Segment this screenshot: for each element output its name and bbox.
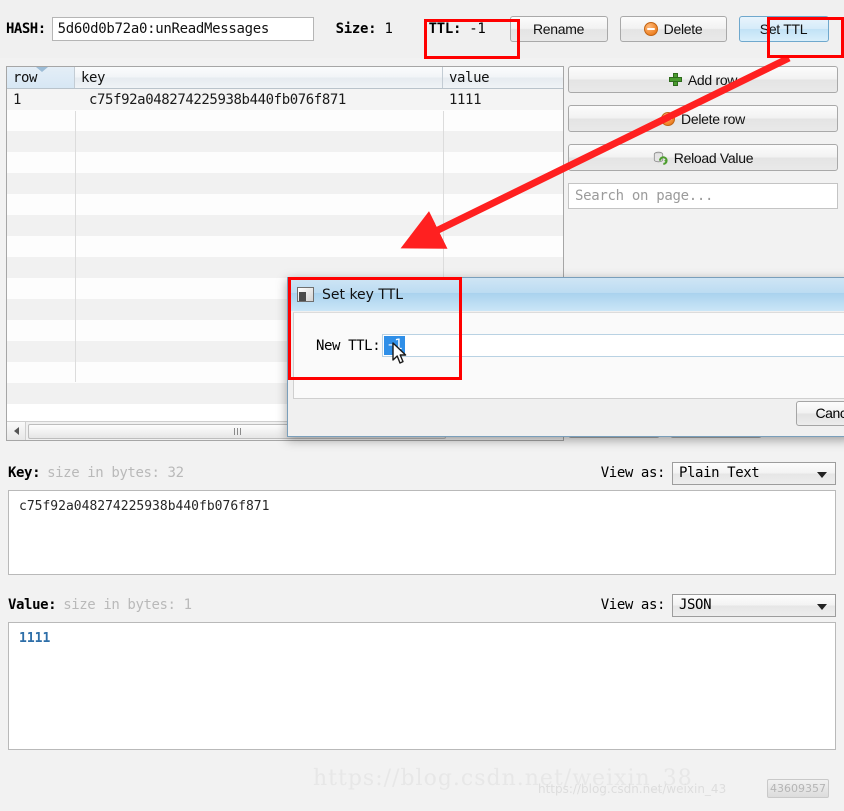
watermark-secondary: https://blog.csdn.net/weixin_43	[538, 782, 727, 796]
value-content-text: 1111	[19, 631, 51, 646]
column-header-row-label: row	[13, 69, 38, 86]
value-label: Value:	[8, 597, 57, 613]
dialog-title: Set key TTL	[322, 286, 404, 303]
table-row-empty	[7, 194, 563, 215]
table-row-empty	[7, 257, 563, 278]
delete-button[interactable]: Delete	[619, 16, 727, 42]
cell-row: 1	[13, 91, 22, 108]
search-on-page-input[interactable]: Search on page...	[568, 183, 838, 209]
rename-button[interactable]: Rename	[509, 16, 608, 42]
cancel-button[interactable]: Canc	[796, 400, 844, 426]
minus-circle-icon	[661, 111, 676, 126]
sort-descending-icon	[36, 67, 48, 72]
key-view-as-dropdown[interactable]: Plain Text	[672, 461, 836, 485]
ttl-value: -1	[469, 21, 486, 37]
reload-value-button-label: Reload Value	[673, 149, 754, 166]
table-row-empty	[7, 152, 563, 173]
table-row-empty	[7, 215, 563, 236]
key-view-as-group: View as: Plain Text	[600, 461, 836, 485]
delete-button-label: Delete	[663, 21, 703, 37]
rename-button-label: Rename	[532, 21, 585, 37]
new-ttl-input[interactable]: -1	[382, 334, 844, 357]
table-header-row: row key value	[7, 67, 563, 89]
dialog-body: New TTL: -1	[293, 312, 844, 399]
column-header-key-label: key	[81, 69, 106, 86]
table-row-empty	[7, 110, 563, 131]
value-view-as-label: View as:	[600, 597, 666, 613]
value-content-area[interactable]: 1111	[8, 622, 836, 750]
set-ttl-button-label: Set TTL	[759, 21, 808, 37]
value-size-text: size in bytes: 1	[63, 597, 192, 613]
key-panel-header: Key: size in bytes: 32 View as: Plain Te…	[8, 461, 836, 485]
column-divider-1	[75, 111, 76, 382]
ttl-label: TTL:	[428, 21, 462, 37]
key-toolbar: HASH: 5d60d0b72a0:unReadMessages Size: 1…	[0, 0, 844, 58]
table-row-empty	[7, 173, 563, 194]
value-view-as-value: JSON	[679, 597, 712, 613]
delete-icon	[643, 22, 658, 36]
size-value: 1	[384, 21, 393, 37]
column-header-row[interactable]: row	[7, 67, 75, 88]
plus-icon	[668, 73, 682, 86]
set-ttl-button[interactable]: Set TTL	[738, 16, 829, 42]
key-view-as-label: View as:	[600, 465, 666, 481]
grip-line	[236, 427, 238, 435]
grip-line	[239, 427, 241, 435]
dialog-title-bar: Set key TTL	[288, 278, 844, 311]
watermark-badge: 43609357	[767, 779, 829, 798]
search-placeholder-text: Search on page...	[575, 188, 714, 204]
cancel-button-label: Canc	[815, 405, 844, 421]
column-header-key[interactable]: key	[75, 67, 443, 88]
redis-desktop-manager-window: HASH: 5d60d0b72a0:unReadMessages Size: 1…	[0, 0, 844, 811]
add-row-button[interactable]: Add row	[568, 66, 838, 93]
hash-name-input[interactable]: 5d60d0b72a0:unReadMessages	[51, 17, 314, 41]
cell-value: 1111	[449, 91, 482, 108]
chevron-down-icon	[817, 603, 827, 610]
key-content-area[interactable]: c75f92a048274225938b440fb076f871	[8, 490, 836, 575]
new-ttl-field-row: New TTL: -1	[316, 334, 844, 357]
window-icon	[297, 287, 314, 302]
new-ttl-input-value: -1	[384, 336, 406, 355]
add-row-button-label: Add row	[687, 71, 738, 88]
hash-label: HASH:	[6, 21, 46, 37]
database-refresh-icon	[653, 151, 668, 165]
new-ttl-label: New TTL:	[316, 337, 381, 354]
size-label: Size:	[335, 21, 377, 37]
column-header-value[interactable]: value	[443, 67, 563, 88]
cell-key: c75f92a048274225938b440fb076f871	[89, 91, 346, 108]
key-content-text: c75f92a048274225938b440fb076f871	[19, 499, 270, 514]
value-view-as-group: View as: JSON	[600, 593, 836, 617]
table-row-empty	[7, 131, 563, 152]
chevron-down-icon	[817, 471, 827, 478]
value-panel-header: Value: size in bytes: 1 View as: JSON	[8, 593, 836, 617]
key-view-as-value: Plain Text	[679, 465, 760, 481]
table-row[interactable]: 1 c75f92a048274225938b440fb076f871 1111	[7, 89, 563, 110]
value-view-as-dropdown[interactable]: JSON	[672, 593, 836, 617]
hash-name-value: 5d60d0b72a0:unReadMessages	[57, 21, 270, 37]
column-header-value-label: value	[449, 69, 490, 86]
table-row-empty	[7, 236, 563, 257]
set-key-ttl-dialog: Set key TTL New TTL: -1 Canc	[287, 277, 844, 437]
key-label: Key:	[8, 465, 41, 481]
dialog-footer: Canc	[293, 396, 844, 430]
key-size-text: size in bytes: 32	[47, 465, 184, 481]
delete-row-button[interactable]: Delete row	[568, 105, 838, 132]
delete-row-button-label: Delete row	[681, 110, 745, 127]
ttl-info: TTL: -1	[429, 21, 486, 37]
reload-value-button[interactable]: Reload Value	[568, 144, 838, 171]
size-info: Size: 1	[336, 21, 393, 37]
scroll-left-arrow-icon[interactable]	[7, 422, 26, 440]
grip-line	[233, 427, 235, 435]
